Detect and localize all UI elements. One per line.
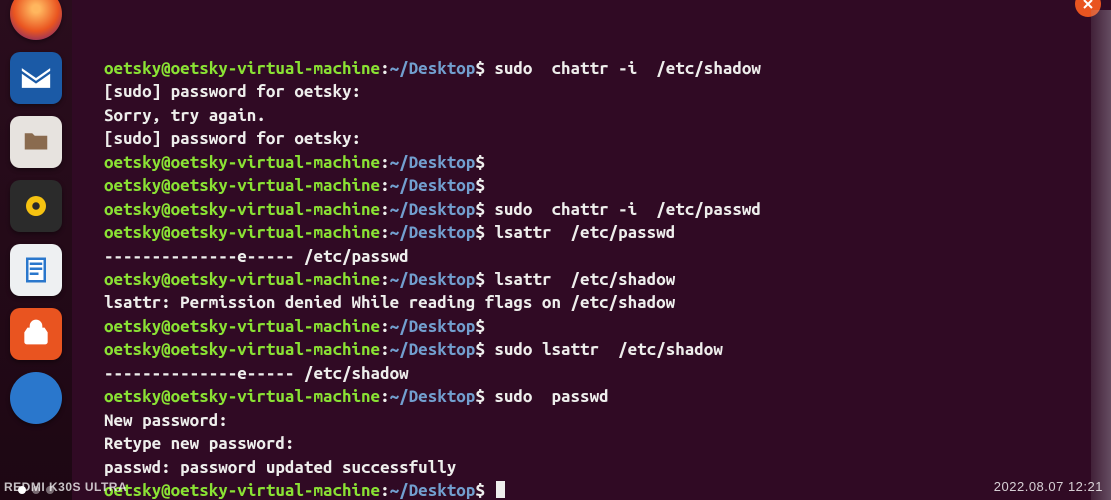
- prompt-user-host: oetsky@oetsky-virtual-machine: [104, 270, 380, 289]
- prompt-command: sudo passwd: [485, 387, 609, 406]
- prompt-path: ~/Desktop: [390, 153, 476, 172]
- prompt-path: ~/Desktop: [390, 59, 476, 78]
- terminal-cursor: [496, 481, 505, 498]
- prompt-path: ~/Desktop: [390, 200, 476, 219]
- dock-app-firefox[interactable]: [10, 0, 62, 40]
- prompt-path: ~/Desktop: [390, 317, 476, 336]
- terminal-prompt-line: oetsky@oetsky-virtual-machine:~/Desktop$…: [104, 198, 1097, 221]
- terminal-output-line: passwd: password updated successfully: [104, 456, 1097, 479]
- terminal-output-text: --------------e----- /etc/shadow: [104, 364, 409, 383]
- terminal-output-line: New password:: [104, 409, 1097, 432]
- prompt-dollar: $: [475, 270, 485, 289]
- terminal-output-text: lsattr: Permission denied While reading …: [104, 293, 675, 312]
- prompt-sep: :: [380, 153, 390, 172]
- prompt-command: sudo chattr -i /etc/shadow: [485, 59, 761, 78]
- prompt-sep: :: [380, 340, 390, 359]
- prompt-dollar: $: [475, 317, 485, 336]
- terminal-output-line: lsattr: Permission denied While reading …: [104, 291, 1097, 314]
- prompt-user-host: oetsky@oetsky-virtual-machine: [104, 340, 380, 359]
- terminal-output-text: New password:: [104, 411, 228, 430]
- prompt-user-host: oetsky@oetsky-virtual-machine: [104, 317, 380, 336]
- prompt-dollar: $: [475, 176, 485, 195]
- prompt-command: [485, 481, 495, 500]
- terminal-output-text: [sudo] password for oetsky:: [104, 129, 361, 148]
- prompt-user-host: oetsky@oetsky-virtual-machine: [104, 153, 380, 172]
- prompt-user-host: oetsky@oetsky-virtual-machine: [104, 176, 380, 195]
- screen-right-bezel: [1091, 10, 1111, 500]
- terminal-output-text: Retype new password:: [104, 434, 294, 453]
- prompt-user-host: oetsky@oetsky-virtual-machine: [104, 387, 380, 406]
- prompt-sep: :: [380, 59, 390, 78]
- terminal-prompt-line: oetsky@oetsky-virtual-machine:~/Desktop$: [104, 174, 1097, 197]
- dock-app-writer[interactable]: [10, 244, 62, 296]
- prompt-path: ~/Desktop: [390, 270, 476, 289]
- terminal-output-text: --------------e----- /etc/passwd: [104, 247, 409, 266]
- prompt-path: ~/Desktop: [390, 223, 476, 242]
- prompt-path: ~/Desktop: [390, 387, 476, 406]
- terminal-prompt-line: oetsky@oetsky-virtual-machine:~/Desktop$…: [104, 385, 1097, 408]
- terminal-output-line: [sudo] password for oetsky:: [104, 127, 1097, 150]
- prompt-dollar: $: [475, 340, 485, 359]
- prompt-user-host: oetsky@oetsky-virtual-machine: [104, 481, 380, 500]
- terminal-output-line: Retype new password:: [104, 432, 1097, 455]
- dock-app-files[interactable]: [10, 116, 62, 168]
- dock-app-thunderbird[interactable]: [10, 52, 62, 104]
- camera-watermark: REDMI K30S ULTRA: [4, 479, 127, 496]
- terminal-output-line: Sorry, try again.: [104, 104, 1097, 127]
- prompt-user-host: oetsky@oetsky-virtual-machine: [104, 200, 380, 219]
- terminal-prompt-line: oetsky@oetsky-virtual-machine:~/Desktop$: [104, 315, 1097, 338]
- prompt-user-host: oetsky@oetsky-virtual-machine: [104, 59, 380, 78]
- terminal-output-text: Sorry, try again.: [104, 106, 266, 125]
- prompt-command: sudo chattr -i /etc/passwd: [485, 200, 761, 219]
- prompt-user-host: oetsky@oetsky-virtual-machine: [104, 223, 380, 242]
- prompt-sep: :: [380, 176, 390, 195]
- dock-app-rhythmbox[interactable]: [10, 180, 62, 232]
- terminal-output-line: --------------e----- /etc/shadow: [104, 362, 1097, 385]
- terminal-output-line: --------------e----- /etc/passwd: [104, 245, 1097, 268]
- prompt-dollar: $: [475, 481, 485, 500]
- terminal-prompt-line: oetsky@oetsky-virtual-machine:~/Desktop$…: [104, 268, 1097, 291]
- prompt-sep: :: [380, 317, 390, 336]
- prompt-path: ~/Desktop: [390, 340, 476, 359]
- prompt-command: sudo lsattr /etc/shadow: [485, 340, 723, 359]
- terminal-prompt-line: oetsky@oetsky-virtual-machine:~/Desktop$…: [104, 57, 1097, 80]
- prompt-dollar: $: [475, 223, 485, 242]
- prompt-sep: :: [380, 223, 390, 242]
- prompt-path: ~/Desktop: [390, 481, 476, 500]
- dock-app-partial[interactable]: [10, 372, 62, 424]
- terminal-output-line: [sudo] password for oetsky:: [104, 80, 1097, 103]
- terminal-prompt-line: oetsky@oetsky-virtual-machine:~/Desktop$: [104, 151, 1097, 174]
- terminal-output-text: passwd: password updated successfully: [104, 458, 456, 477]
- prompt-dollar: $: [475, 387, 485, 406]
- terminal-prompt-line: oetsky@oetsky-virtual-machine:~/Desktop$: [104, 479, 1097, 500]
- prompt-command: lsattr /etc/passwd: [485, 223, 675, 242]
- prompt-dollar: $: [475, 153, 485, 172]
- prompt-sep: :: [380, 200, 390, 219]
- terminal-prompt-line: oetsky@oetsky-virtual-machine:~/Desktop$…: [104, 338, 1097, 361]
- prompt-sep: :: [380, 270, 390, 289]
- prompt-dollar: $: [475, 200, 485, 219]
- prompt-command: lsattr /etc/shadow: [485, 270, 675, 289]
- prompt-dollar: $: [475, 59, 485, 78]
- prompt-sep: :: [380, 387, 390, 406]
- terminal-body[interactable]: oetsky@oetsky-virtual-machine:~/Desktop$…: [72, 0, 1111, 500]
- dock-app-software[interactable]: [10, 308, 62, 360]
- prompt-path: ~/Desktop: [390, 176, 476, 195]
- terminal-output-text: [sudo] password for oetsky:: [104, 82, 361, 101]
- terminal-prompt-line: oetsky@oetsky-virtual-machine:~/Desktop$…: [104, 221, 1097, 244]
- ubuntu-dock: [0, 0, 72, 500]
- camera-timestamp: 2022.08.07 12:21: [994, 478, 1103, 496]
- prompt-sep: :: [380, 481, 390, 500]
